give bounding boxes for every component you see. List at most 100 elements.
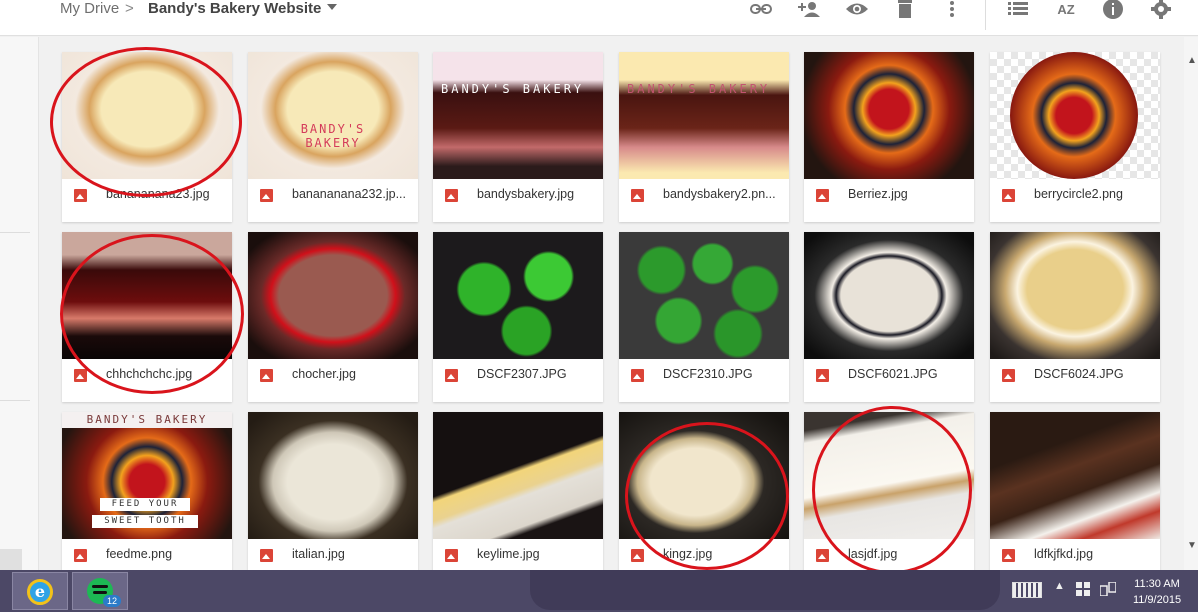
file-tile[interactable]: DSCF6021.JPG — [804, 232, 974, 402]
info-icon[interactable] — [1102, 0, 1124, 19]
thumbnail-overlay-text: BANDY'S BAKERY — [62, 412, 232, 428]
windows-flag-tray-icon[interactable] — [1076, 582, 1090, 599]
file-name: DSCF6021.JPG — [848, 367, 938, 381]
berry-circle-image — [1010, 52, 1138, 179]
file-thumbnail — [248, 232, 418, 359]
preview-icon[interactable] — [845, 0, 869, 18]
taskbar-clock[interactable]: 11:30 AM 11/9/2015 — [1132, 576, 1182, 608]
file-tile[interactable]: berrycircle2.png — [990, 52, 1160, 222]
link-icon[interactable] — [750, 0, 772, 18]
left-divider — [0, 232, 30, 233]
image-file-icon — [260, 549, 273, 562]
file-tile[interactable]: BANDY'S BAKERY banananana232.jp... — [248, 52, 418, 222]
image-file-icon — [445, 549, 458, 562]
image-file-icon — [260, 189, 273, 202]
image-file-icon — [631, 189, 644, 202]
red-annotation-circle — [812, 406, 972, 574]
file-name: ldfkjfkd.jpg — [1034, 547, 1094, 561]
drive-header: My Drive > Bandy's Bakery Website AZ — [0, 0, 1198, 36]
tray-overflow-chevron-icon[interactable]: ▲ — [1054, 580, 1065, 592]
file-tile[interactable]: Berriez.jpg — [804, 52, 974, 222]
vertical-scrollbar[interactable] — [1184, 37, 1198, 570]
thumbnail-overlay-text: BANDY'S BAKERY — [627, 82, 771, 96]
file-name: DSCF2307.JPG — [477, 367, 567, 381]
sort-az-icon[interactable]: AZ — [1054, 0, 1078, 18]
file-tile[interactable]: DSCF6024.JPG — [990, 232, 1160, 402]
file-thumbnail — [990, 52, 1160, 179]
image-file-icon — [1002, 189, 1015, 202]
left-nav-panel — [0, 37, 39, 591]
list-view-icon[interactable] — [1006, 0, 1030, 18]
file-tile[interactable]: keylime.jpg — [433, 412, 603, 582]
red-annotation-circle — [60, 234, 244, 394]
left-divider — [0, 400, 30, 401]
clock-date: 11/9/2015 — [1132, 594, 1182, 606]
internet-explorer-icon: e — [27, 579, 53, 605]
file-thumbnail — [433, 412, 603, 539]
scroll-up-arrow-icon[interactable]: ▲ — [1187, 55, 1197, 66]
file-thumbnail — [248, 412, 418, 539]
image-file-icon — [445, 369, 458, 382]
breadcrumb-separator: > — [125, 0, 134, 17]
file-tile[interactable]: chocher.jpg — [248, 232, 418, 402]
image-file-icon — [74, 189, 87, 202]
folder-menu-caret-icon[interactable] — [327, 4, 337, 10]
image-file-icon — [1002, 369, 1015, 382]
breadcrumb-current-folder[interactable]: Bandy's Bakery Website — [148, 0, 321, 17]
share-icon[interactable] — [797, 0, 821, 18]
file-name: DSCF6024.JPG — [1034, 367, 1124, 381]
thumbnail-overlay-text: FEED YOUR — [100, 498, 190, 511]
image-file-icon — [816, 189, 829, 202]
taskbar-internet-explorer[interactable]: e — [12, 572, 68, 610]
image-file-icon — [74, 549, 87, 562]
touch-keyboard-icon[interactable] — [1012, 582, 1042, 598]
thumbnail-overlay-text: BANDY'S BAKERY — [300, 122, 366, 150]
file-tile[interactable]: DSCF2307.JPG — [433, 232, 603, 402]
file-name: feedme.png — [106, 547, 173, 561]
image-file-icon — [631, 369, 644, 382]
file-thumbnail — [990, 232, 1160, 359]
toolbar-divider — [985, 0, 986, 30]
file-thumbnail: BANDY'S BAKERY — [248, 52, 418, 179]
red-annotation-circle — [50, 47, 242, 197]
thumbnail-overlay-text: BANDY'S BAKERY — [441, 82, 585, 96]
clock-time: 11:30 AM — [1134, 578, 1180, 590]
image-file-icon — [445, 189, 458, 202]
file-name: bandysbakery2.pn... — [663, 187, 776, 201]
image-file-icon — [816, 369, 829, 382]
file-tile[interactable]: BANDY'S BAKERY FEED YOUR SWEET TOOTH fee… — [62, 412, 232, 582]
file-name: berrycircle2.png — [1034, 187, 1123, 201]
more-icon[interactable] — [946, 0, 958, 18]
file-thumbnail — [433, 232, 603, 359]
taskbar-wallpaper-shape — [530, 570, 1000, 610]
scroll-down-arrow-icon[interactable]: ▼ — [1187, 540, 1197, 551]
image-file-icon — [1002, 549, 1015, 562]
file-tile[interactable]: BANDY'S BAKERY bandysbakery.jpg — [433, 52, 603, 222]
file-name: banananana232.jp... — [292, 187, 406, 201]
settings-gear-icon[interactable] — [1150, 0, 1172, 19]
file-thumbnail — [804, 52, 974, 179]
file-thumbnail — [804, 232, 974, 359]
file-tile[interactable]: ldfkjfkd.jpg — [990, 412, 1160, 582]
file-name: keylime.jpg — [477, 547, 540, 561]
thumbnail-overlay-text: SWEET TOOTH — [92, 515, 198, 528]
spotify-badge: 12 — [103, 595, 121, 607]
breadcrumb-root[interactable]: My Drive — [60, 0, 119, 17]
file-tile[interactable]: BANDY'S BAKERY bandysbakery2.pn... — [619, 52, 789, 222]
file-tile[interactable]: italian.jpg — [248, 412, 418, 582]
image-file-icon — [260, 369, 273, 382]
file-thumbnail: BANDY'S BAKERY — [433, 52, 603, 179]
red-annotation-circle — [625, 422, 789, 570]
trash-icon[interactable] — [896, 0, 914, 18]
file-name: chocher.jpg — [292, 367, 356, 381]
file-name: bandysbakery.jpg — [477, 187, 575, 201]
image-file-icon — [631, 549, 644, 562]
image-file-icon — [74, 369, 87, 382]
file-tile[interactable]: DSCF2310.JPG — [619, 232, 789, 402]
file-name: italian.jpg — [292, 547, 345, 561]
file-thumbnail: BANDY'S BAKERY — [619, 52, 789, 179]
taskbar-spotify[interactable]: 12 — [72, 572, 128, 610]
file-thumbnail — [990, 412, 1160, 539]
network-tray-icon[interactable] — [1099, 581, 1117, 599]
image-file-icon — [816, 549, 829, 562]
